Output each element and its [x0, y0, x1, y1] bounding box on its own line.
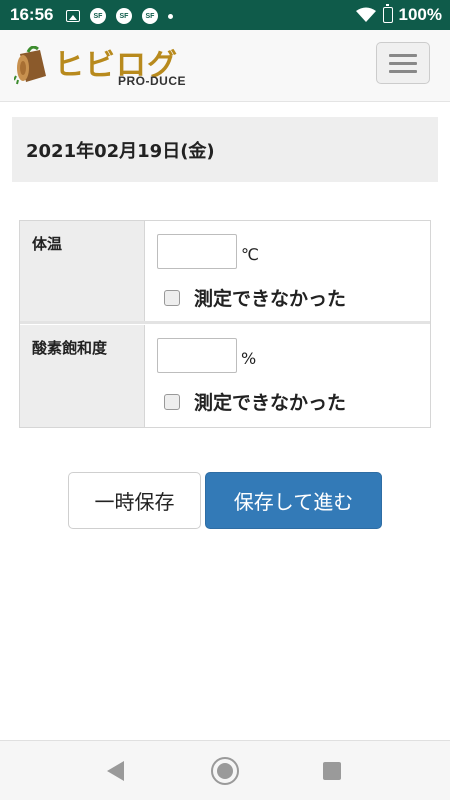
- battery-icon: [382, 4, 393, 23]
- checkbox-box[interactable]: [164, 393, 180, 410]
- status-right: 100%: [355, 4, 442, 25]
- temperature-unit: ℃: [241, 245, 259, 264]
- image-notification-icon: [66, 10, 80, 22]
- home-icon[interactable]: [211, 757, 239, 785]
- back-icon[interactable]: [107, 761, 124, 781]
- system-nav-bar: [0, 740, 450, 800]
- hamburger-line: [389, 53, 417, 57]
- sf-notification-icon: SF: [142, 8, 158, 24]
- date-text: 2021年02月19日(金): [26, 140, 215, 162]
- checkbox-label[interactable]: 測定できなかった: [194, 388, 346, 415]
- app-header: ヒビログ PRO-DUCE: [0, 30, 450, 102]
- save-and-next-button[interactable]: 保存して進む: [205, 472, 382, 529]
- status-bar: 16:56 SF SF SF 100%: [0, 0, 450, 30]
- oxygen-input[interactable]: [157, 338, 237, 373]
- app-logo[interactable]: ヒビログ PRO-DUCE: [14, 40, 194, 92]
- brand-subtitle: PRO-DUCE: [118, 74, 187, 88]
- temperature-input[interactable]: [157, 234, 237, 269]
- battery-percent: 100%: [398, 5, 442, 24]
- hamburger-menu-button[interactable]: [376, 42, 430, 84]
- oxygen-unit: %: [241, 349, 257, 368]
- checkbox-box[interactable]: [164, 289, 180, 306]
- vitals-form: 体温 ℃ 測定できなかった 酸素飽和度 % 測定できなかった: [19, 220, 431, 428]
- form-row-temperature: 体温 ℃ 測定できなかった: [20, 221, 430, 324]
- date-banner: 2021年02月19日(金): [12, 117, 438, 182]
- form-row-oxygen: 酸素飽和度 % 測定できなかった: [20, 325, 430, 427]
- oxygen-field-cell: % 測定できなかった: [145, 325, 430, 427]
- log-wood-icon: [14, 46, 46, 85]
- checkbox-label[interactable]: 測定できなかった: [194, 284, 346, 311]
- hamburger-line: [389, 61, 417, 65]
- temperature-unmeasurable-checkbox[interactable]: 測定できなかった: [164, 284, 346, 311]
- temp-save-button[interactable]: 一時保存: [68, 472, 201, 529]
- oxygen-label: 酸素飽和度: [20, 325, 145, 427]
- status-time: 16:56: [10, 5, 54, 24]
- notification-icons: SF SF SF: [66, 8, 173, 24]
- more-dot-icon: [168, 13, 173, 19]
- sf-notification-icon: SF: [116, 8, 132, 24]
- temperature-label: 体温: [20, 221, 145, 321]
- wifi-icon: [355, 7, 376, 22]
- temperature-field-cell: ℃ 測定できなかった: [145, 221, 430, 321]
- hamburger-line: [389, 69, 417, 73]
- oxygen-unmeasurable-checkbox[interactable]: 測定できなかった: [164, 388, 346, 415]
- sf-notification-icon: SF: [90, 8, 106, 24]
- recent-apps-icon[interactable]: [323, 762, 341, 780]
